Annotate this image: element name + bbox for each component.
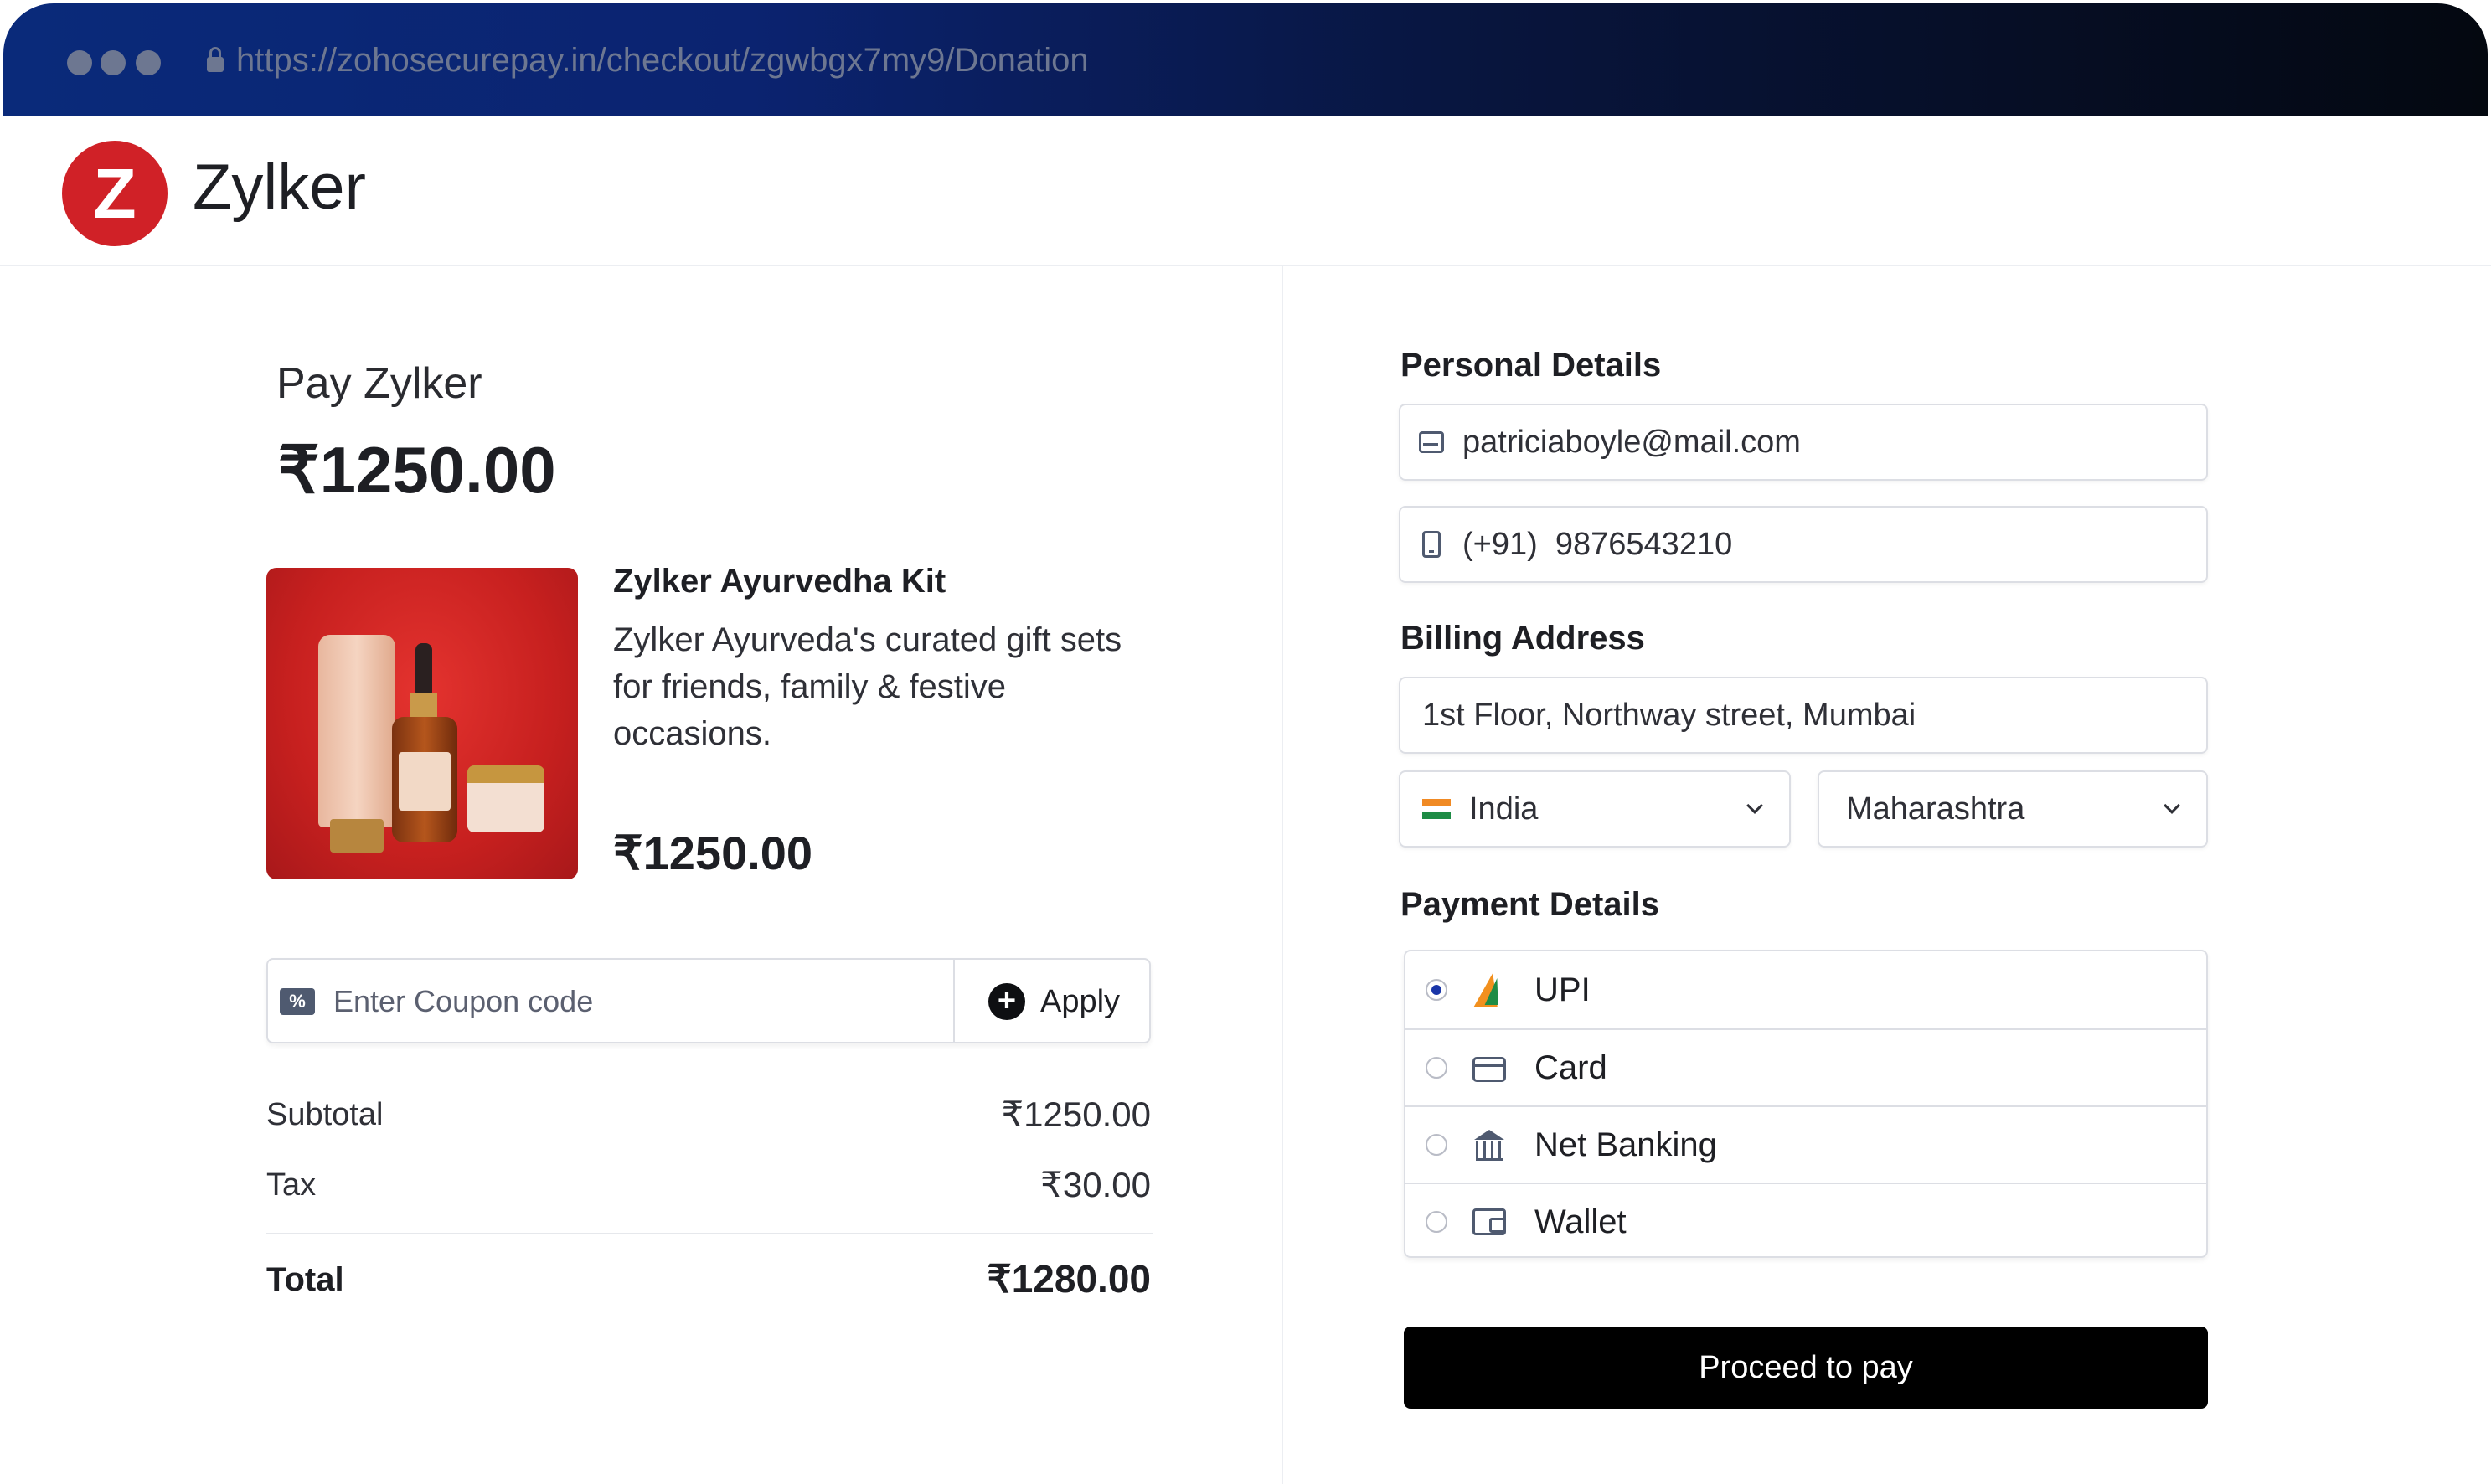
coupon-box: % + Apply	[266, 958, 1151, 1043]
phone-field	[1399, 506, 2208, 583]
payment-option-wallet[interactable]: Wallet	[1405, 1183, 2206, 1260]
column-divider	[1282, 266, 1283, 1484]
state-value: Maharashtra	[1846, 791, 2025, 827]
payment-option-card[interactable]: Card	[1405, 1028, 2206, 1105]
coupon-input[interactable]	[332, 975, 935, 1028]
radio-unselected[interactable]	[1426, 1057, 1447, 1079]
pay-amount: ₹1250.00	[278, 433, 556, 507]
lock-icon	[207, 47, 224, 72]
country-value: India	[1469, 791, 1539, 827]
address-bar-url[interactable]: https://zohosecurepay.in/checkout/zgwbgx…	[236, 42, 1089, 80]
mail-icon	[1419, 431, 1444, 453]
product-price: ₹1250.00	[613, 827, 813, 879]
phone-icon	[1422, 531, 1441, 558]
proceed-to-pay-button[interactable]: Proceed to pay	[1404, 1327, 2208, 1409]
country-select[interactable]: India	[1399, 770, 1791, 848]
bank-icon	[1472, 1128, 1506, 1162]
payment-label: Card	[1534, 1049, 1607, 1086]
personal-details-title: Personal Details	[1400, 347, 1662, 384]
payment-label: Wallet	[1534, 1203, 1627, 1240]
coupon-ticket-icon: %	[280, 988, 315, 1015]
subtotal-label: Subtotal	[266, 1097, 384, 1132]
address-input[interactable]	[1400, 682, 2206, 749]
plus-circle-icon: +	[988, 983, 1025, 1020]
radio-unselected[interactable]	[1426, 1134, 1447, 1156]
brand-name: Zylker	[193, 152, 366, 223]
site-header: Z Zylker	[0, 116, 2491, 266]
product-description: Zylker Ayurveda's curated gift sets for …	[613, 621, 1122, 752]
product-image	[266, 568, 578, 879]
apply-label: Apply	[1040, 983, 1121, 1019]
apply-coupon-button[interactable]: + Apply	[955, 960, 1151, 1043]
window-minimize-dot[interactable]	[101, 50, 126, 75]
india-flag-icon	[1422, 799, 1451, 819]
card-icon	[1472, 1057, 1506, 1082]
payment-methods: UPI Card Net Banking Wallet	[1404, 950, 2208, 1258]
payment-option-upi[interactable]: UPI	[1405, 951, 2206, 1028]
total-label: Total	[266, 1261, 344, 1298]
payment-option-net-banking[interactable]: Net Banking	[1405, 1105, 2206, 1183]
wallet-icon	[1472, 1208, 1506, 1235]
email-input[interactable]	[1461, 409, 2206, 476]
radio-unselected[interactable]	[1426, 1211, 1447, 1233]
upi-icon	[1472, 973, 1506, 1007]
window-maximize-dot[interactable]	[136, 50, 161, 75]
pay-title: Pay Zylker	[276, 359, 482, 408]
payment-label: Net Banking	[1534, 1126, 1717, 1163]
chevron-down-icon	[1746, 797, 1763, 814]
product-name: Zylker Ayurvedha Kit	[613, 563, 946, 600]
tax-label: Tax	[266, 1167, 317, 1203]
address-field	[1399, 677, 2208, 754]
email-field	[1399, 404, 2208, 481]
zylker-logo: Z	[62, 141, 168, 246]
state-select[interactable]: Maharashtra	[1818, 770, 2208, 848]
chevron-down-icon	[2164, 797, 2180, 814]
payment-details-title: Payment Details	[1400, 886, 1660, 923]
billing-address-title: Billing Address	[1400, 620, 1645, 657]
radio-selected[interactable]	[1426, 979, 1447, 1001]
total-value: ₹1280.00	[987, 1257, 1151, 1301]
tax-value: ₹30.00	[1040, 1165, 1151, 1204]
browser-chrome: https://zohosecurepay.in/checkout/zgwbgx…	[3, 3, 2488, 116]
window-close-dot[interactable]	[67, 50, 92, 75]
phone-input[interactable]	[1461, 511, 2206, 578]
summary-divider	[266, 1233, 1153, 1234]
payment-label: UPI	[1534, 971, 1591, 1008]
subtotal-value: ₹1250.00	[1001, 1095, 1151, 1134]
